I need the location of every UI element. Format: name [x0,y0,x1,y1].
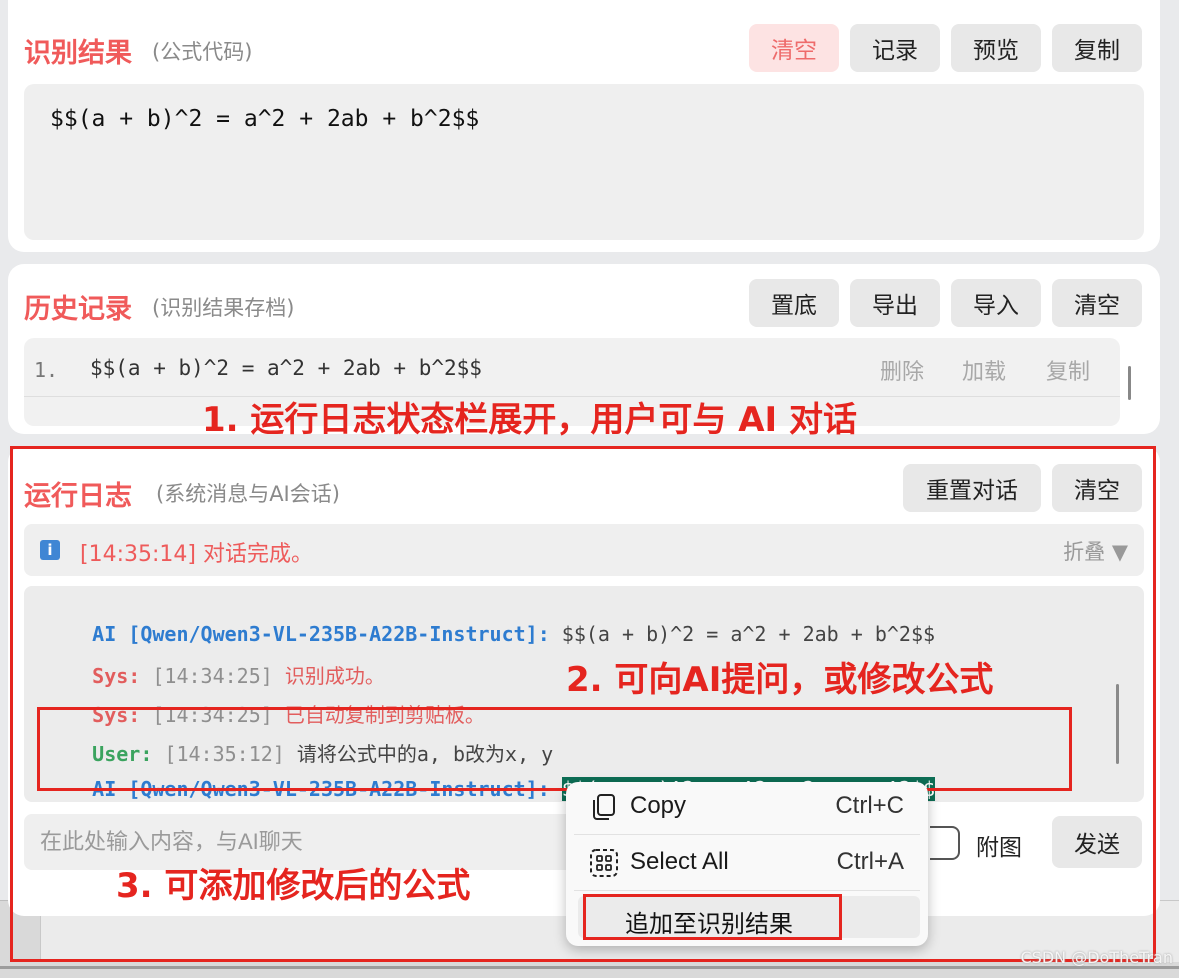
history-row-index: 1. [34,358,59,382]
result-copy-button[interactable]: 复制 [1052,24,1142,72]
result-history-button[interactable]: 记录 [850,24,940,72]
history-row: 1. $$(a + b)^2 = a^2 + 2ab + b^2$$ 删除 加载… [24,352,1120,386]
history-load-link[interactable]: 加载 [962,354,1006,386]
result-subtitle: (公式代码) [152,40,253,64]
annotation-2: 2. 可向AI提问，或修改公式 [566,660,994,700]
menu-divider [574,890,920,891]
menu-select-all-shortcut: Ctrl+A [836,848,904,875]
history-delete-link[interactable]: 删除 [880,354,924,386]
result-code-editor[interactable]: $$(a + b)^2 = a^2 + 2ab + b^2$$ [24,84,1144,240]
result-clear-button[interactable]: 清空 [749,24,839,72]
annotation-box-append [583,894,842,940]
history-subtitle: (识别结果存档) [152,296,295,320]
history-import-button[interactable]: 导入 [951,279,1041,327]
history-copy-link[interactable]: 复制 [1046,354,1090,386]
select-all-icon [590,849,618,877]
menu-copy-label: Copy [630,792,687,819]
watermark: CSDN @DoTheTran [1020,948,1173,967]
annotation-1: 1. 运行日志状态栏展开，用户可与 AI 对话 [202,400,858,440]
history-title: 历史记录 [24,294,132,325]
result-title: 识别结果 [24,38,132,69]
menu-item-select-all[interactable]: Select All Ctrl+A [574,838,920,888]
result-code: $$(a + b)^2 = a^2 + 2ab + b^2$$ [50,106,480,132]
history-export-button[interactable]: 导出 [850,279,940,327]
history-scrollbar[interactable] [1128,366,1131,400]
history-row-code: $$(a + b)^2 = a^2 + 2ab + b^2$$ [90,356,482,380]
menu-select-all-label: Select All [630,848,729,875]
menu-item-copy[interactable]: Copy Ctrl+C [574,782,920,832]
menu-copy-shortcut: Ctrl+C [835,792,904,819]
history-clear-button[interactable]: 清空 [1052,279,1142,327]
window-bottom-edge [0,966,1179,969]
annotation-box-exchange [37,707,1072,791]
result-preview-button[interactable]: 预览 [951,24,1041,72]
copy-icon [593,794,615,820]
history-bottom-button[interactable]: 置底 [749,279,839,327]
menu-divider [574,834,920,835]
annotation-3: 3. 可添加修改后的公式 [116,866,471,906]
